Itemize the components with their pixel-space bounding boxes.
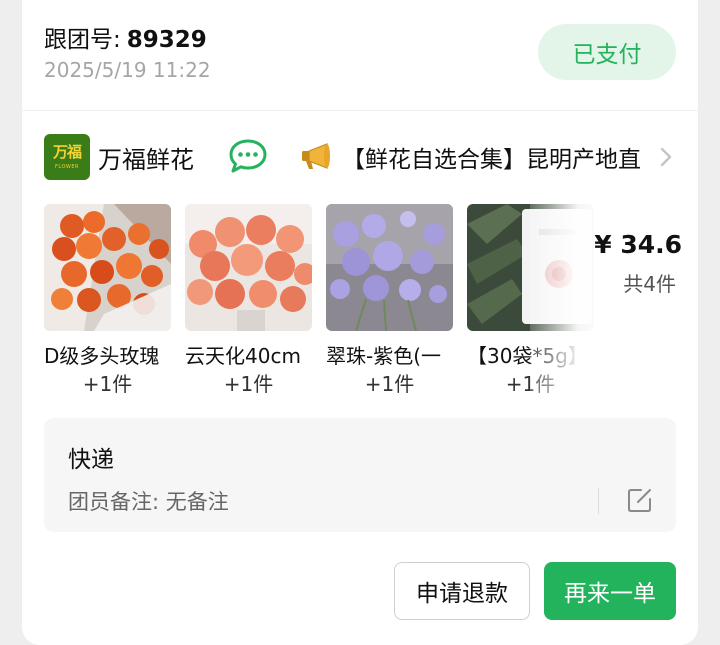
member-remark: 团员备注: 无备注 (68, 490, 229, 514)
shop-logo-subtext: FLOWER (55, 164, 79, 170)
order-card: 跟团号: 89329 2025/5/19 11:22 已支付 万福 FLOWER … (22, 0, 698, 645)
total-price: ¥ 34.6 (594, 230, 682, 259)
product-name: D级多头玫瑰 (44, 344, 160, 368)
shop-logo[interactable]: 万福 FLOWER (44, 134, 90, 180)
order-timestamp: 2025/5/19 11:22 (44, 58, 211, 82)
product-item[interactable]: D级多头玫瑰 +1件 (44, 204, 171, 399)
follow-label: 跟团号: (44, 27, 121, 53)
order-header: 跟团号: 89329 2025/5/19 11:22 已支付 (22, 0, 698, 110)
chat-bubble-icon[interactable] (228, 138, 268, 174)
follow-number-line: 跟团号: 89329 (44, 20, 207, 54)
product-image-carnations[interactable] (185, 204, 312, 331)
announcement-marquee[interactable]: 【鲜花自选合集】昆明产地直 (342, 140, 658, 174)
product-image-scabiosa[interactable] (326, 204, 453, 331)
shop-row[interactable]: 万福 FLOWER 万福鲜花 【鲜花自选合集】昆明产地直 (22, 128, 698, 186)
product-list[interactable]: D级多头玫瑰 +1件 云天化40cm +1件 翠珠-紫色(一 +1件 【30袋*… (44, 204, 610, 404)
product-item[interactable]: 云天化40cm +1件 (185, 204, 312, 399)
megaphone-icon (302, 143, 330, 169)
product-name: 翠珠-紫色(一 (326, 344, 442, 368)
remark-divider (598, 488, 599, 514)
product-qty: +1件 (223, 372, 274, 396)
delivery-box: 快递 团员备注: 无备注 (44, 418, 676, 532)
product-name: 云天化40cm (185, 344, 301, 368)
announcement-text: 【鲜花自选合集】昆明产地直 (342, 147, 641, 173)
edit-icon[interactable] (626, 486, 654, 514)
delivery-method: 快递 (68, 447, 114, 473)
status-badge: 已支付 (538, 24, 676, 80)
header-divider (22, 110, 698, 111)
chevron-right-icon[interactable] (658, 146, 674, 168)
follow-number: 89329 (126, 27, 207, 53)
shop-logo-text: 万福 (52, 143, 82, 161)
reorder-button[interactable]: 再来一单 (544, 562, 676, 620)
product-image-roses[interactable] (44, 204, 171, 331)
product-qty: +1件 (364, 372, 415, 396)
refund-button[interactable]: 申请退款 (394, 562, 530, 620)
shop-name[interactable]: 万福鲜花 (98, 140, 194, 175)
product-qty: +1件 (82, 372, 133, 396)
product-item[interactable]: 翠珠-紫色(一 +1件 (326, 204, 453, 399)
item-count: 共4件 (623, 272, 676, 296)
